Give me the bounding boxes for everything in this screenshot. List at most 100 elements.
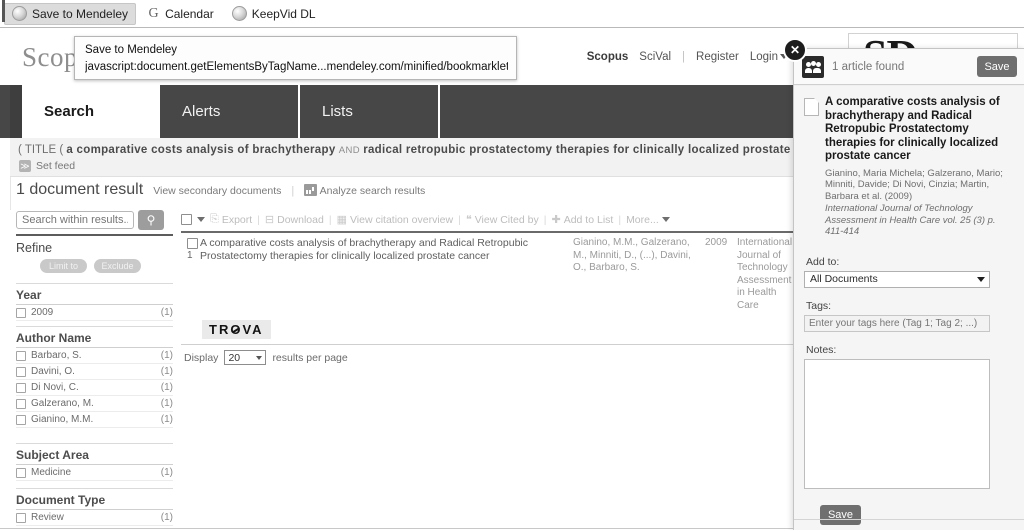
facet-row[interactable]: Medicine (1) bbox=[16, 465, 173, 481]
mendeley-article-title[interactable]: A comparative costs analysis of brachyth… bbox=[825, 96, 1013, 164]
exclude-button[interactable]: Exclude bbox=[94, 259, 141, 273]
tooltip-url: javascript:document.getElementsByTagName… bbox=[85, 61, 508, 73]
results-column: ⎘ Export | ⊟ Download | ▦ View citation ove… bbox=[181, 210, 801, 529]
facet-heading: Document Type bbox=[16, 493, 173, 510]
mendeley-panel-body: A comparative costs analysis of brachyth… bbox=[794, 86, 1024, 530]
download-button[interactable]: ⊟ Download bbox=[265, 213, 324, 227]
export-label: Export bbox=[221, 213, 253, 226]
facet-checkbox[interactable] bbox=[16, 307, 26, 318]
view-secondary-documents-link[interactable]: View secondary documents bbox=[153, 185, 281, 199]
bookmarklet-save-to-mendeley[interactable]: Save to Mendeley bbox=[4, 2, 137, 25]
facet-row[interactable]: Davini, O. (1) bbox=[16, 364, 173, 380]
globe-icon bbox=[231, 6, 247, 21]
facet-label: Review bbox=[31, 512, 64, 523]
facet-heading: Subject Area bbox=[16, 448, 173, 465]
set-feed-link[interactable]: ≫ Set feed bbox=[19, 160, 75, 172]
search-within-input[interactable] bbox=[16, 211, 134, 229]
add-to-select[interactable]: All Documents bbox=[804, 270, 990, 288]
display-rule bbox=[181, 344, 797, 345]
header-divider: | bbox=[682, 51, 686, 63]
facet-checkbox[interactable] bbox=[16, 366, 26, 377]
results-per-page-control: Display 20 results per page bbox=[184, 350, 348, 365]
mendeley-save-panel: ✕ 1 article found Save A comparative cos… bbox=[783, 38, 1024, 530]
facet-checkbox[interactable] bbox=[16, 350, 26, 361]
bookmark-calendar[interactable]: G Calendar bbox=[140, 4, 221, 24]
result-year: 2009 bbox=[705, 237, 728, 248]
globe-icon bbox=[12, 6, 27, 21]
set-feed-label: Set feed bbox=[36, 160, 76, 172]
add-to-list-label: Add to List bbox=[563, 213, 614, 226]
mendeley-add-to-field: Add to: All Documents bbox=[804, 256, 1013, 288]
select-all-checkbox[interactable] bbox=[181, 214, 192, 225]
mendeley-logo-icon bbox=[802, 55, 824, 78]
close-icon[interactable]: ✕ bbox=[783, 38, 807, 62]
results-per-page-select[interactable]: 20 bbox=[224, 350, 267, 365]
facet-checkbox[interactable] bbox=[16, 467, 26, 478]
facet-author-name: Author Name Barbaro, S. (1) Davini, O. (… bbox=[16, 326, 173, 428]
trova-logo[interactable]: TROVA bbox=[202, 320, 271, 339]
mendeley-notes-field: Notes: bbox=[804, 344, 1013, 492]
document-icon bbox=[804, 98, 819, 116]
facet-checkbox[interactable] bbox=[16, 382, 26, 393]
header-link-register[interactable]: Register bbox=[696, 51, 739, 63]
more-menu-button[interactable]: More... bbox=[626, 214, 670, 226]
display-suffix-label: results per page bbox=[272, 351, 348, 364]
trova-part-1: TR bbox=[209, 322, 231, 337]
tab-lists[interactable]: Lists bbox=[300, 85, 440, 138]
save-button-bottom[interactable]: Save bbox=[820, 504, 861, 525]
mendeley-article-source: International Journal of Technology Asse… bbox=[825, 203, 996, 237]
add-to-label: Add to: bbox=[806, 255, 840, 268]
facet-label: Medicine bbox=[31, 467, 72, 478]
chevron-down-icon[interactable] bbox=[197, 217, 205, 222]
facet-checkbox[interactable] bbox=[16, 398, 26, 409]
tags-input[interactable] bbox=[804, 314, 990, 332]
toolbar-divider: | bbox=[328, 213, 332, 226]
tab-label: Search bbox=[44, 103, 95, 120]
header-link-scival[interactable]: SciVal bbox=[639, 51, 671, 63]
chevron-down-icon bbox=[256, 355, 263, 360]
table-row[interactable]: 1 A comparative costs analysis of brachy… bbox=[181, 236, 801, 311]
facet-count: (1) bbox=[160, 382, 173, 393]
tab-search[interactable]: Search bbox=[22, 85, 160, 138]
facet-count: (1) bbox=[160, 366, 173, 377]
view-cited-by-button[interactable]: ❝ View Cited by bbox=[466, 213, 539, 227]
facet-heading: Year bbox=[16, 288, 173, 305]
facet-row[interactable]: Barbaro, S. (1) bbox=[16, 348, 173, 364]
facet-year: Year 2009 (1) bbox=[16, 283, 173, 321]
facet-row[interactable]: Di Novi, C. (1) bbox=[16, 380, 173, 396]
bookmark-keepvid-dl[interactable]: KeepVid DL bbox=[225, 4, 323, 24]
save-button-top[interactable]: Save bbox=[977, 56, 1017, 77]
limit-to-button[interactable]: Limit to bbox=[40, 259, 87, 273]
bar-chart-icon bbox=[304, 184, 318, 196]
result-checkbox[interactable] bbox=[187, 238, 198, 249]
header-link-scopus[interactable]: Scopus bbox=[587, 51, 629, 63]
bookmark-bar-edge-marker bbox=[2, 0, 5, 22]
facet-row[interactable]: 2009 (1) bbox=[16, 305, 173, 321]
facet-count: (1) bbox=[160, 307, 173, 318]
export-button[interactable]: ⎘ Export bbox=[210, 213, 252, 226]
query-operator-1: AND bbox=[338, 145, 360, 156]
tooltip-title: Save to Mendeley bbox=[85, 44, 178, 56]
result-title-link[interactable]: A comparative costs analysis of brachyth… bbox=[200, 237, 580, 262]
facet-document-type: Document Type Review (1) bbox=[16, 488, 173, 526]
facet-row[interactable]: Gianino, M.M. (1) bbox=[16, 412, 173, 428]
add-to-list-button[interactable]: ✚ Add to List bbox=[551, 213, 614, 227]
analyze-search-results-link[interactable]: Analyze search results bbox=[304, 184, 425, 199]
facet-checkbox[interactable] bbox=[16, 512, 26, 523]
facet-row[interactable]: Review (1) bbox=[16, 510, 173, 526]
refine-actions: Limit to Exclude bbox=[40, 259, 141, 273]
search-icon[interactable]: ⚲ bbox=[138, 210, 164, 230]
facet-count: (1) bbox=[160, 414, 173, 425]
login-label: Login bbox=[749, 51, 778, 63]
tab-alerts[interactable]: Alerts bbox=[160, 85, 300, 138]
tab-label: Lists bbox=[322, 103, 353, 120]
query-prefix: ( TITLE ( bbox=[18, 144, 67, 156]
add-to-value: All Documents bbox=[810, 273, 878, 285]
mendeley-article-card: A comparative costs analysis of brachyth… bbox=[804, 96, 1013, 238]
bar-chart-icon: ▦ bbox=[336, 214, 347, 226]
view-citation-overview-button[interactable]: ▦ View citation overview bbox=[336, 213, 454, 227]
facet-row[interactable]: Galzerano, M. (1) bbox=[16, 396, 173, 412]
facet-checkbox[interactable] bbox=[16, 414, 26, 425]
header-link-login[interactable]: Login bbox=[750, 51, 788, 63]
notes-textarea[interactable] bbox=[804, 358, 990, 489]
